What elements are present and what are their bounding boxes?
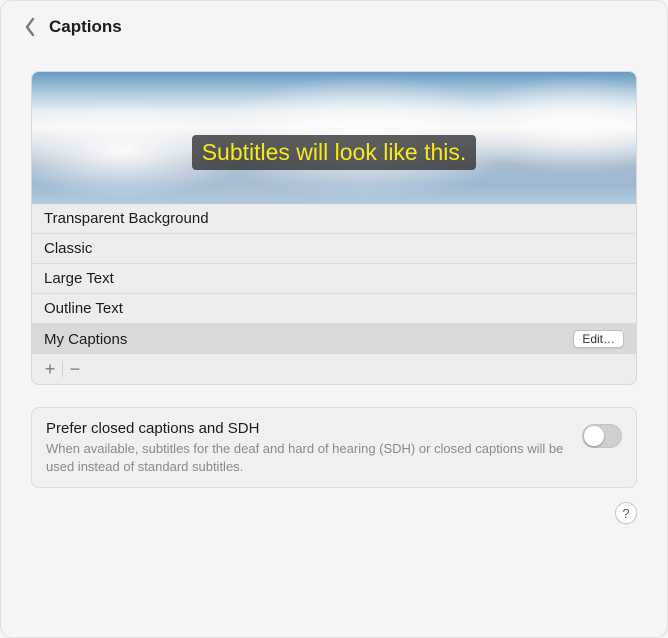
plus-icon: +	[45, 359, 56, 380]
question-mark-icon: ?	[622, 506, 629, 521]
style-item-transparent-background[interactable]: Transparent Background	[32, 204, 636, 234]
style-label: Outline Text	[44, 300, 123, 317]
minus-icon: −	[70, 359, 81, 380]
style-item-outline-text[interactable]: Outline Text	[32, 294, 636, 324]
content: Subtitles will look like this. Transpare…	[1, 41, 667, 524]
edit-style-button[interactable]: Edit…	[573, 330, 624, 348]
prefer-sdh-text: Prefer closed captions and SDH When avai…	[46, 420, 570, 475]
add-style-button[interactable]: +	[38, 358, 62, 380]
prefer-sdh-panel: Prefer closed captions and SDH When avai…	[31, 407, 637, 488]
style-item-classic[interactable]: Classic	[32, 234, 636, 264]
remove-style-button[interactable]: −	[63, 358, 87, 380]
style-label: Transparent Background	[44, 210, 209, 227]
back-button[interactable]	[23, 17, 37, 37]
page-title: Captions	[49, 17, 122, 37]
style-label: Large Text	[44, 270, 114, 287]
style-list-controls: + −	[32, 354, 636, 384]
prefer-sdh-toggle[interactable]	[582, 424, 622, 448]
help-button[interactable]: ?	[615, 502, 637, 524]
chevron-left-icon	[23, 17, 37, 37]
styles-panel: Subtitles will look like this. Transpare…	[31, 71, 637, 385]
style-label: Classic	[44, 240, 92, 257]
help-row: ?	[31, 502, 637, 524]
style-label: My Captions	[44, 331, 127, 348]
style-item-my-captions[interactable]: My Captions Edit…	[32, 324, 636, 354]
subtitle-preview-text: Subtitles will look like this.	[192, 135, 477, 170]
style-item-large-text[interactable]: Large Text	[32, 264, 636, 294]
subtitle-preview-area: Subtitles will look like this.	[32, 72, 636, 204]
header: Captions	[1, 1, 667, 41]
prefer-sdh-description: When available, subtitles for the deaf a…	[46, 440, 570, 475]
caption-style-list: Transparent Background Classic Large Tex…	[32, 204, 636, 354]
prefer-sdh-title: Prefer closed captions and SDH	[46, 420, 570, 437]
